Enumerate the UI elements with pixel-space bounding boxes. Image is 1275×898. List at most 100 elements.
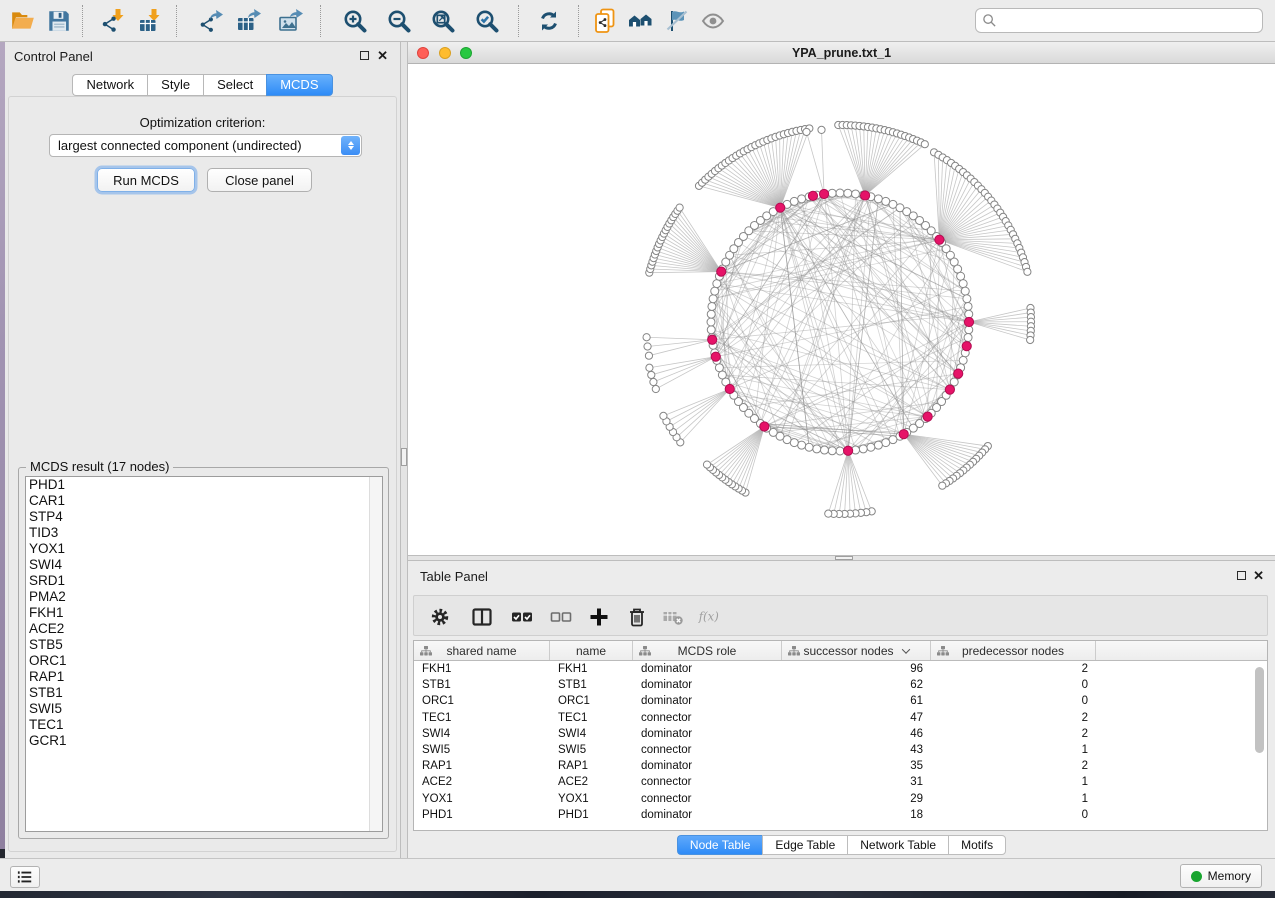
tab-motifs[interactable]: Motifs <box>948 835 1006 855</box>
mcds-hub-node[interactable] <box>725 384 734 393</box>
vertical-splitter[interactable] <box>400 42 408 858</box>
close-panel-button[interactable]: Close panel <box>207 168 312 192</box>
ring-node[interactable] <box>836 447 844 455</box>
mcds-hub-node[interactable] <box>935 235 944 244</box>
ring-node[interactable] <box>707 318 715 326</box>
mcds-hub-node[interactable] <box>923 412 932 421</box>
tab-select[interactable]: Select <box>203 74 266 96</box>
leaf-node[interactable] <box>660 412 667 419</box>
ring-node[interactable] <box>805 443 813 451</box>
hide-selected-button[interactable] <box>662 6 692 36</box>
ring-node[interactable] <box>707 326 715 334</box>
mcds-hub-node[interactable] <box>945 385 954 394</box>
select-all-button[interactable] <box>509 604 535 630</box>
result-node-item[interactable]: PMA2 <box>26 589 382 605</box>
close-icon[interactable]: ✕ <box>1253 568 1264 584</box>
ring-node[interactable] <box>961 287 969 295</box>
ring-node[interactable] <box>707 310 715 318</box>
function-builder-button-disabled[interactable]: f(x) <box>696 604 722 630</box>
column-header-MCDS-role[interactable]: MCDS role <box>633 641 782 660</box>
leaf-node[interactable] <box>646 364 653 371</box>
zoom-in-button[interactable] <box>340 6 370 36</box>
deselect-all-button[interactable] <box>548 604 574 630</box>
mcds-hub-node[interactable] <box>962 342 971 351</box>
ring-node[interactable] <box>813 445 821 453</box>
result-node-item[interactable]: SWI5 <box>26 701 382 717</box>
table-row[interactable]: FKH1FKH1dominator962 <box>414 661 1267 677</box>
ring-node[interactable] <box>828 189 836 197</box>
leaf-node[interactable] <box>652 385 659 392</box>
mcds-hub-node[interactable] <box>819 189 828 198</box>
result-node-item[interactable]: TEC1 <box>26 717 382 733</box>
column-header-shared-name[interactable]: shared name <box>414 641 550 660</box>
float-window-icon[interactable] <box>1237 571 1246 580</box>
leaf-node[interactable] <box>703 461 710 468</box>
tab-network[interactable]: Network <box>72 74 147 96</box>
ring-node[interactable] <box>715 364 723 372</box>
tab-edge-table[interactable]: Edge Table <box>762 835 847 855</box>
ring-node[interactable] <box>959 280 967 288</box>
leaf-node[interactable] <box>818 126 825 133</box>
new-network-from-selection-button[interactable] <box>590 6 620 36</box>
splitter-handle[interactable] <box>401 448 407 466</box>
ring-node[interactable] <box>882 439 890 447</box>
result-node-item[interactable]: CAR1 <box>26 493 382 509</box>
search-input[interactable] <box>1001 14 1256 28</box>
network-canvas[interactable] <box>408 64 1275 555</box>
result-node-item[interactable]: FKH1 <box>26 605 382 621</box>
export-image-button[interactable] <box>276 6 306 36</box>
leaf-node[interactable] <box>1027 336 1034 343</box>
mcds-hub-node[interactable] <box>760 422 769 431</box>
result-node-item[interactable]: STP4 <box>26 509 382 525</box>
mcds-hub-node[interactable] <box>776 203 785 212</box>
leaf-node[interactable] <box>644 343 651 350</box>
column-header-predecessor-nodes[interactable]: predecessor nodes <box>931 641 1096 660</box>
mcds-hub-node[interactable] <box>964 317 973 326</box>
result-list-scrollbar[interactable] <box>369 477 382 831</box>
table-row[interactable]: RAP1RAP1dominator352 <box>414 758 1267 774</box>
open-file-button[interactable] <box>8 6 38 36</box>
leaf-node[interactable] <box>921 141 928 148</box>
table-settings-button[interactable] <box>427 604 453 630</box>
column-header-successor-nodes[interactable]: successor nodes <box>782 641 931 660</box>
close-icon[interactable]: ✕ <box>377 48 388 64</box>
ring-node[interactable] <box>790 197 798 205</box>
result-node-item[interactable]: RAP1 <box>26 669 382 685</box>
mcds-hub-node[interactable] <box>844 446 853 455</box>
ring-node[interactable] <box>844 189 852 197</box>
table-row[interactable]: PHD1PHD1dominator180 <box>414 807 1267 823</box>
mcds-hub-node[interactable] <box>708 335 717 344</box>
tab-style[interactable]: Style <box>147 74 203 96</box>
task-history-button[interactable] <box>10 866 40 888</box>
export-table-button[interactable] <box>234 6 264 36</box>
result-node-item[interactable]: ORC1 <box>26 653 382 669</box>
zoom-selected-button[interactable] <box>472 6 502 36</box>
criterion-select[interactable]: largest connected component (undirected) <box>49 134 362 157</box>
table-row[interactable]: TEC1TEC1connector472 <box>414 710 1267 726</box>
ring-node[interactable] <box>820 446 828 454</box>
ring-node[interactable] <box>798 441 806 449</box>
ring-node[interactable] <box>959 356 967 364</box>
leaf-node[interactable] <box>650 378 657 385</box>
splitter-handle[interactable] <box>835 556 853 560</box>
save-session-button[interactable] <box>44 6 74 36</box>
column-header-name[interactable]: name <box>550 641 633 660</box>
tab-network-table[interactable]: Network Table <box>847 835 948 855</box>
ring-node[interactable] <box>957 272 965 280</box>
result-node-item[interactable]: PHD1 <box>26 477 382 493</box>
leaf-node[interactable] <box>643 334 650 341</box>
zoom-fit-button[interactable] <box>428 6 458 36</box>
delete-table-button-disabled[interactable] <box>660 604 686 630</box>
mcds-hub-node[interactable] <box>717 267 726 276</box>
export-network-button[interactable] <box>196 6 226 36</box>
first-neighbors-button[interactable] <box>626 6 656 36</box>
ring-node[interactable] <box>852 190 860 198</box>
leaf-node[interactable] <box>803 128 810 135</box>
mcds-hub-node[interactable] <box>899 430 908 439</box>
mcds-hub-node[interactable] <box>808 191 817 200</box>
ring-node[interactable] <box>867 443 875 451</box>
ring-node[interactable] <box>874 441 882 449</box>
result-node-item[interactable]: GCR1 <box>26 733 382 749</box>
scrollbar-thumb[interactable] <box>1255 667 1264 753</box>
leaf-node[interactable] <box>1024 268 1031 275</box>
